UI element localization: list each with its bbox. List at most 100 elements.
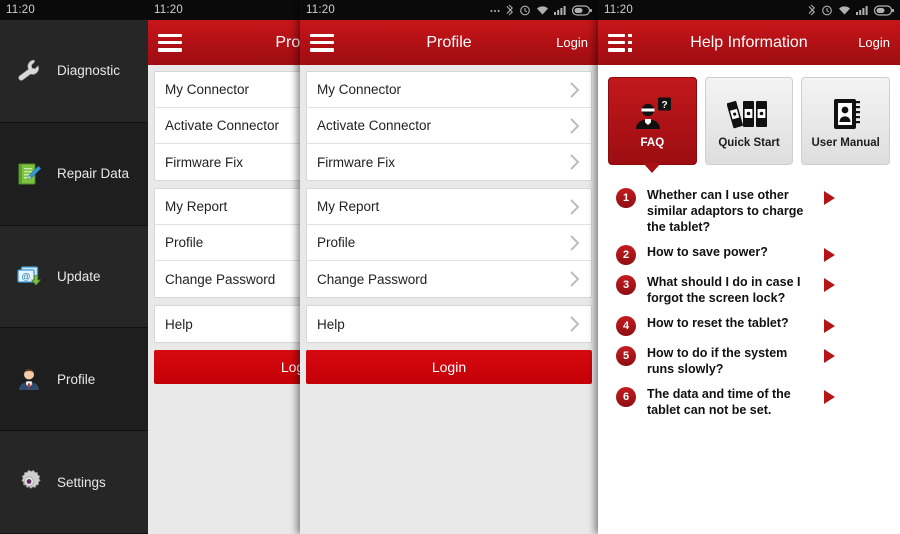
status-clock: 11:20 xyxy=(604,4,633,16)
faq-item[interactable]: 6 The data and time of the tablet can no… xyxy=(616,386,888,418)
faq-item[interactable]: 3 What should I do in case I forgot the … xyxy=(616,274,888,306)
list-item-label: Firmware Fix xyxy=(165,154,243,170)
list-item-change-password[interactable]: Change Password xyxy=(307,261,591,297)
chevron-right-icon xyxy=(569,198,581,216)
faq-list: 1 Whether can I use other similar adapto… xyxy=(598,165,900,418)
help-tab-bar: ? FAQ Quick Start User Manual xyxy=(598,65,900,165)
play-arrow-icon[interactable] xyxy=(822,277,838,293)
login-link[interactable]: Login xyxy=(556,35,588,50)
faq-number: 3 xyxy=(616,275,636,295)
sidebar-item-label: Settings xyxy=(57,474,106,490)
faq-item[interactable]: 5 How to do if the system runs slowly? xyxy=(616,345,888,377)
chevron-right-icon xyxy=(569,315,581,333)
status-icons xyxy=(490,4,592,16)
faq-question: What should I do in case I forgot the sc… xyxy=(647,275,801,305)
app-screen: 11:20 Diagnostic Repair Data @ Update Pr… xyxy=(0,0,900,534)
list-item-help[interactable]: Help xyxy=(307,306,591,342)
list-item-activate-connector[interactable]: Activate Connector xyxy=(307,108,591,144)
panel-body-help: ? FAQ Quick Start User Manual 1 Whether … xyxy=(598,65,900,534)
sidebar-item-label: Diagnostic xyxy=(57,63,121,79)
bluetooth-icon xyxy=(808,4,815,16)
list-item-label: Activate Connector xyxy=(317,118,432,133)
list-item-label: Change Password xyxy=(317,271,428,287)
login-button[interactable]: Login xyxy=(306,350,592,384)
tab-faq[interactable]: ? FAQ xyxy=(608,77,697,165)
more-icon xyxy=(490,10,500,12)
alarm-icon xyxy=(520,5,530,16)
hamburger-icon[interactable] xyxy=(158,33,182,52)
faq-item[interactable]: 1 Whether can I use other similar adapto… xyxy=(616,187,888,235)
gear-icon xyxy=(14,467,44,497)
notebook-pen-icon xyxy=(14,159,44,189)
faq-item[interactable]: 2 How to save power? xyxy=(616,244,888,265)
panel-profile: 11:20 Profile Login My Connector Activat… xyxy=(300,0,598,534)
list-item-firmware-fix[interactable]: Firmware Fix xyxy=(307,144,591,180)
chevron-right-icon xyxy=(569,117,581,135)
chevron-right-icon xyxy=(569,81,581,99)
list-item-profile[interactable]: Profile xyxy=(307,225,591,261)
sidebar-item-repair-data[interactable]: Repair Data xyxy=(0,122,148,226)
list-menu-icon[interactable] xyxy=(608,33,632,52)
list-item-label: Change Password xyxy=(165,271,276,287)
tab-quick-start[interactable]: Quick Start xyxy=(704,77,794,165)
list-group: Help xyxy=(306,305,592,343)
login-link[interactable]: Login xyxy=(858,35,890,50)
play-arrow-icon[interactable] xyxy=(822,348,838,364)
panel-body-profile: My Connector Activate Connector Firmware… xyxy=(300,65,598,534)
sidebar-item-label: Profile xyxy=(57,371,96,387)
signal-icon xyxy=(554,5,566,15)
sidebar-item-update[interactable]: @ Update xyxy=(0,225,148,329)
list-item-label: My Connector xyxy=(165,82,250,97)
faq-person-question-icon: ? xyxy=(632,93,672,131)
faq-number: 2 xyxy=(616,245,636,265)
chevron-right-icon xyxy=(569,270,581,288)
wifi-icon xyxy=(839,5,850,14)
hamburger-icon[interactable] xyxy=(310,33,334,52)
list-item-label: Profile xyxy=(317,235,356,250)
faq-question: How to do if the system runs slowly? xyxy=(647,346,788,376)
play-arrow-icon[interactable] xyxy=(822,318,838,334)
tab-label: User Manual xyxy=(811,137,880,149)
download-mail-icon: @ xyxy=(14,261,44,291)
tab-label: FAQ xyxy=(640,137,665,149)
list-item-label: Help xyxy=(317,316,345,332)
page-title: Help Information xyxy=(690,33,808,51)
tab-label: Quick Start xyxy=(718,137,780,149)
sidebar-item-profile[interactable]: Profile xyxy=(0,328,148,432)
panel-help-information: 11:20 Help Information Login ? FAQ Quick… xyxy=(598,0,900,534)
status-clock: 11:20 xyxy=(306,4,335,16)
manual-book-icon xyxy=(830,93,862,131)
list-item-label: Profile xyxy=(165,235,204,250)
sidebar-item-settings[interactable]: Settings xyxy=(0,431,148,534)
list-item-my-connector[interactable]: My Connector xyxy=(307,72,591,108)
list-item-label: My Report xyxy=(165,199,228,214)
status-clock: 11:20 xyxy=(6,4,35,16)
play-arrow-icon[interactable] xyxy=(822,190,838,206)
sidebar-item-label: Update xyxy=(57,268,101,284)
tab-user-manual[interactable]: User Manual xyxy=(801,77,891,165)
play-arrow-icon[interactable] xyxy=(822,389,838,405)
alarm-icon xyxy=(822,5,832,16)
play-arrow-icon[interactable] xyxy=(822,247,838,263)
appbar-profile: Profile Login xyxy=(300,20,598,65)
list-group: My Report Profile Change Password xyxy=(306,188,592,298)
status-icons xyxy=(807,4,894,16)
list-item-label: My Report xyxy=(317,199,380,214)
sidebar-item-diagnostic[interactable]: Diagnostic xyxy=(0,20,148,123)
binders-icon xyxy=(727,93,771,131)
faq-number: 4 xyxy=(616,316,636,336)
list-item-my-report[interactable]: My Report xyxy=(307,189,591,225)
battery-icon xyxy=(874,4,894,16)
wifi-icon xyxy=(537,5,548,14)
svg-text:@: @ xyxy=(21,272,30,282)
person-icon xyxy=(14,364,44,394)
chevron-right-icon xyxy=(569,153,581,171)
bluetooth-icon xyxy=(506,4,513,16)
faq-number: 1 xyxy=(616,188,636,208)
svg-text:?: ? xyxy=(662,100,668,111)
page-title: Profile xyxy=(426,33,472,51)
statusbar-help: 11:20 xyxy=(598,0,900,20)
faq-item[interactable]: 4 How to reset the tablet? xyxy=(616,315,888,336)
battery-icon xyxy=(572,4,592,16)
statusbar-profile: 11:20 xyxy=(300,0,598,20)
